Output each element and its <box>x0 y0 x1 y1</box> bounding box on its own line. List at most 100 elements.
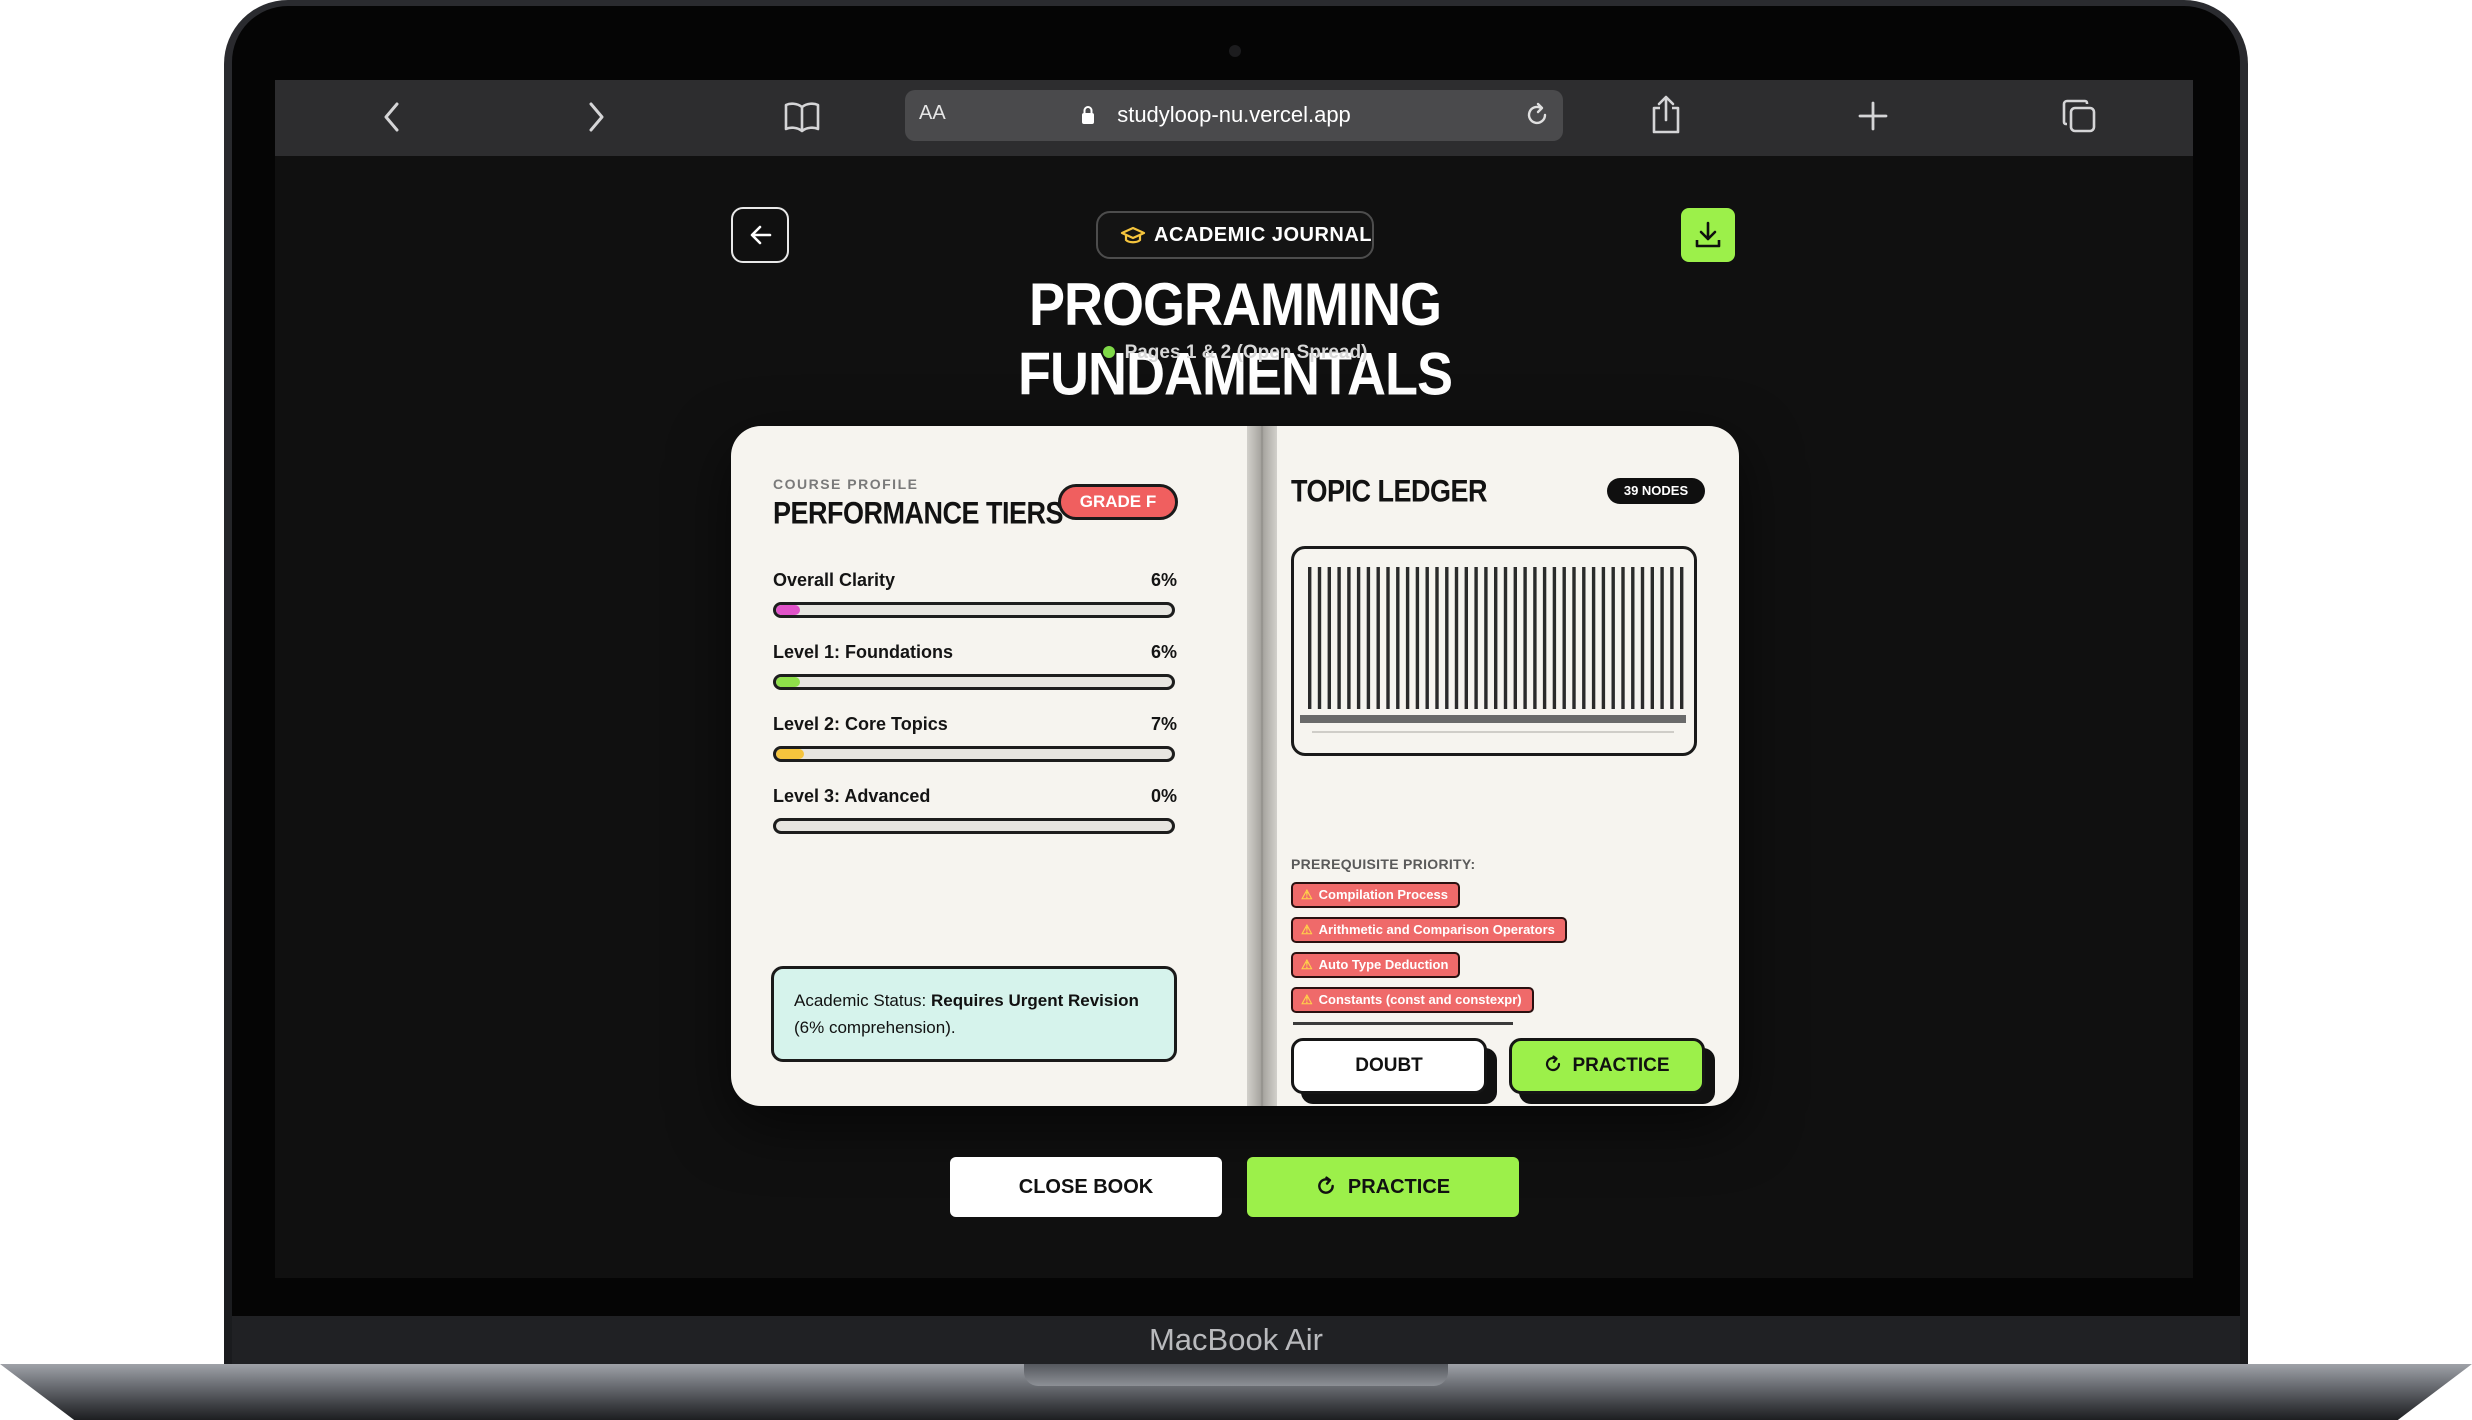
tier-value-level2: 7% <box>1150 714 1177 734</box>
text-size-button[interactable]: AA <box>919 102 946 125</box>
performance-tiers-heading: PERFORMANCE TIERS <box>773 496 1064 531</box>
forward-icon[interactable] <box>585 100 607 134</box>
topic-node-bar <box>1366 567 1371 709</box>
topic-node-bar <box>1562 567 1566 709</box>
page-title: PROGRAMMING FUNDAMENTALS <box>1018 271 1453 408</box>
topic-node-bar <box>1670 567 1674 709</box>
new-tab-icon[interactable] <box>1857 100 1889 132</box>
topic-node-bar <box>1621 567 1625 709</box>
status-suffix: (6% comprehension). <box>794 1018 956 1037</box>
topic-labels-strip <box>1300 715 1686 723</box>
topic-node-bar <box>1405 567 1410 709</box>
topic-node-bar <box>1376 567 1380 709</box>
topic-node-bar <box>1327 567 1331 709</box>
journal-badge: ACADEMIC JOURNAL <box>1096 211 1374 259</box>
back-icon[interactable] <box>381 100 403 134</box>
tier-fill <box>776 677 800 687</box>
topic-node-bar <box>1317 567 1322 709</box>
browser-toolbar: AA studyloop-nu.vercel.app <box>275 80 2193 156</box>
download-icon <box>1695 221 1721 248</box>
warning-icon: ⚠ <box>1301 957 1313 972</box>
address-bar[interactable]: AA studyloop-nu.vercel.app <box>905 90 1563 141</box>
topic-node-bar <box>1396 567 1400 709</box>
topic-node-bar <box>1523 567 1527 709</box>
refresh-icon <box>1546 1055 1561 1072</box>
topic-node-bar <box>1337 567 1341 709</box>
course-profile-eyebrow: COURSE PROFILE <box>773 476 919 492</box>
graduation-cap-icon <box>1120 226 1146 244</box>
reload-icon[interactable] <box>1523 101 1551 129</box>
journal-badge-label: ACADEMIC JOURNAL <box>1154 224 1372 246</box>
prereq-chip-label: Arithmetic and Comparison Operators <box>1318 922 1555 937</box>
topic-node-bar <box>1425 567 1429 709</box>
tier-value-overall: 6% <box>1150 570 1177 590</box>
device-label: MacBook Air <box>1148 1322 1323 1357</box>
nodes-badge: 39 NODES <box>1607 478 1705 504</box>
tier-bar-overall <box>773 602 1175 618</box>
practice-button-book-label: PRACTICE <box>1572 1055 1670 1076</box>
topic-node-bar <box>1680 567 1684 709</box>
url-text: studyloop-nu.vercel.app <box>1117 102 1351 127</box>
share-icon[interactable] <box>1649 94 1683 136</box>
tier-fill <box>776 749 804 759</box>
prereq-chip-label: Auto Type Deduction <box>1318 957 1449 972</box>
tier-fill <box>776 605 800 615</box>
topic-node-bar <box>1572 567 1576 709</box>
topic-node-bar <box>1503 567 1508 709</box>
doubt-button[interactable]: DOUBT <box>1291 1038 1487 1094</box>
arrow-left-icon <box>750 225 772 245</box>
topic-node-bar <box>1513 567 1517 709</box>
lock-icon <box>1082 106 1094 124</box>
tier-bar-level2 <box>773 746 1175 762</box>
tier-label-level3: Level 3: Advanced <box>773 786 931 806</box>
practice-button-book[interactable]: PRACTICE <box>1509 1038 1705 1094</box>
tabs-icon[interactable] <box>2061 98 2097 134</box>
tier-value-level3: 0% <box>1150 786 1177 806</box>
topic-node-bar <box>1582 567 1586 709</box>
prerequisite-label: PREREQUISITE PRIORITY: <box>1291 856 1476 872</box>
topic-barcode-chart <box>1291 546 1697 756</box>
prereq-chip-label: Compilation Process <box>1318 887 1448 902</box>
status-dot <box>1102 346 1115 358</box>
practice-button-label: PRACTICE <box>1347 1176 1451 1198</box>
topic-node-bar <box>1445 567 1449 709</box>
prereq-chip-label: Constants (const and constexpr) <box>1318 992 1522 1007</box>
back-button[interactable] <box>731 207 789 263</box>
warning-icon: ⚠ <box>1301 922 1313 937</box>
practice-button[interactable]: PRACTICE <box>1247 1157 1519 1217</box>
grade-badge: GRADE F <box>1058 484 1178 520</box>
topic-node-bar <box>1308 567 1312 709</box>
topic-node-bar <box>1464 567 1468 709</box>
prereq-chip[interactable]: ⚠ Auto Type Deduction <box>1291 952 1461 978</box>
barcode-baseline <box>1312 731 1674 733</box>
tier-label-level1: Level 1: Foundations <box>773 642 954 662</box>
prereq-chip[interactable]: ⚠ Constants (const and constexpr) <box>1291 987 1534 1013</box>
topic-node-bar <box>1631 567 1635 709</box>
tier-label-overall: Overall Clarity <box>773 570 896 590</box>
topic-node-bar <box>1552 567 1557 709</box>
topic-node-bar <box>1650 567 1654 709</box>
topic-ledger-heading: TOPIC LEDGER <box>1291 474 1488 509</box>
prereq-chip[interactable]: ⚠ Compilation Process <box>1291 882 1460 908</box>
topic-node-bar <box>1454 567 1459 709</box>
download-button[interactable] <box>1681 208 1735 262</box>
journal-book: COURSE PROFILE PERFORMANCE TIERS GRADE F… <box>731 426 1739 1106</box>
warning-icon: ⚠ <box>1301 992 1313 1007</box>
topic-node-bar <box>1533 567 1537 709</box>
topic-node-bar <box>1386 567 1390 709</box>
bookmarks-icon[interactable] <box>783 100 821 134</box>
topic-node-bar <box>1474 567 1478 709</box>
topic-node-bar <box>1356 567 1361 709</box>
page-subtitle: Pages 1 & 2 (Open Spread) <box>995 342 1475 364</box>
close-book-button[interactable]: CLOSE BOOK <box>950 1157 1222 1217</box>
topic-node-bar <box>1435 567 1439 709</box>
topic-node-bar <box>1660 567 1664 709</box>
academic-status-box: Academic Status: Requires Urgent Revisio… <box>771 966 1177 1062</box>
prereq-chip[interactable]: ⚠ Arithmetic and Comparison Operators <box>1291 917 1567 943</box>
topic-node-bar <box>1542 567 1547 709</box>
topic-node-bar <box>1591 567 1596 709</box>
tier-bar-level3 <box>773 818 1175 834</box>
laptop-notch <box>1024 1364 1448 1386</box>
topic-node-bar <box>1415 567 1420 709</box>
topic-node-bar <box>1347 567 1351 709</box>
